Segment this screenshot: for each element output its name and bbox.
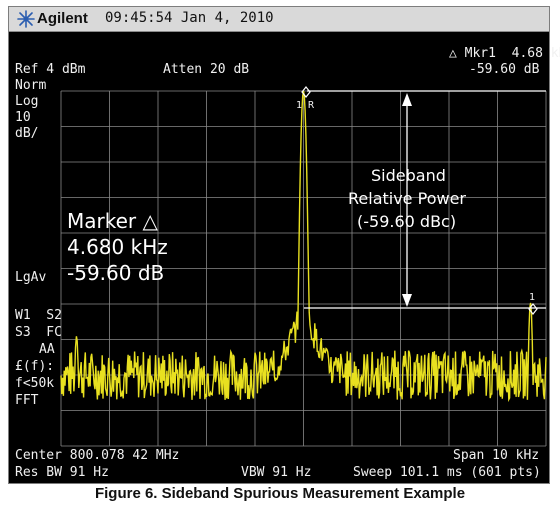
marker-box-frequency: 4.680 kHz [67,235,168,259]
delta-marker-label: 1 [529,292,536,303]
marker-readout: △ Mkr1 4.68 kHz [449,46,560,61]
video-bandwidth: VBW 91 Hz [241,465,312,480]
s3fc-label: S3 FC [15,325,62,340]
arrow-down-icon [402,294,412,307]
annotation-line1: Sideband [371,166,446,185]
brand-name: Agilent [37,10,88,27]
span-readout: Span 10 kHz [453,448,540,463]
marker-level-readout: -59.60 dB [469,62,540,77]
title-bar: Agilent 09:45:54 Jan 4, 2010 [9,7,549,32]
annotation-line3: (-59.60 dBc) [357,212,457,231]
annotation-line2: Relative Power [348,189,466,208]
arrow-up-icon [402,93,412,106]
agilent-spark-icon [17,10,35,28]
lgav-label: LgAv [15,270,47,285]
center-frequency: Center 800.078 42 MHz [15,448,180,463]
w1s2-label: W1 S2 [15,308,62,323]
analyzer-screen: △ Mkr1 4.68 kHz -59.60 dB Ref 4 dBm Atte… [9,32,560,483]
ff-label: £(f): [15,359,55,374]
reference-marker-label: 1 R [296,100,315,111]
marker-box-title: Marker △ [67,209,158,233]
f50k-label: f<50k [15,376,55,391]
resolution-bandwidth: Res BW 91 Hz [15,465,109,480]
norm-label: Norm [15,78,47,93]
figure-caption: Figure 6. Sideband Spurious Measurement … [94,485,466,502]
datetime-readout: 09:45:54 Jan 4, 2010 [105,10,274,26]
analyzer-window: Agilent 09:45:54 Jan 4, 2010 △ Mkr1 4.68… [8,6,560,484]
log-label: Log [15,94,39,109]
attenuation: Atten 20 dB [163,62,250,77]
scale-unit: dB/ [15,126,39,141]
aa-label: AA [39,342,55,357]
marker-box-level: -59.60 dB [67,261,165,285]
fft-label: FFT [15,393,39,408]
sweep-time: Sweep 101.1 ms (601 pts) [353,465,541,480]
reference-level: Ref 4 dBm [15,62,86,77]
scale-value: 10 [15,110,31,125]
